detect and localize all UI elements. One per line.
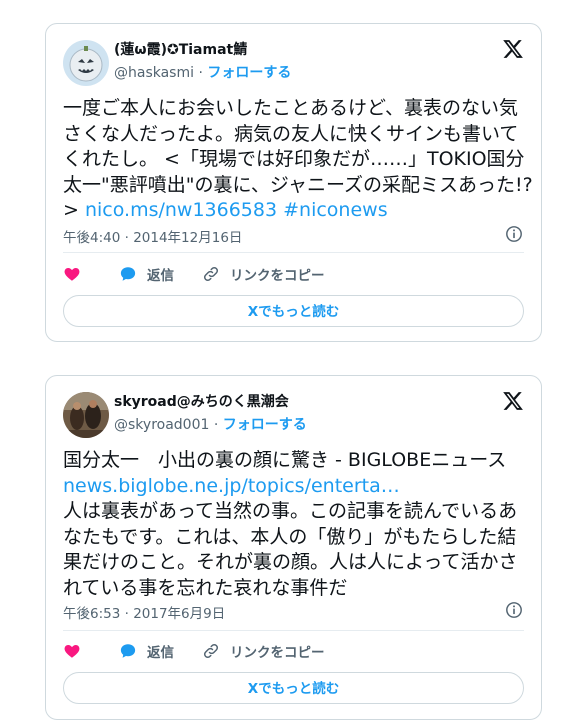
action-bar: 返信 リンクをコピー	[63, 639, 524, 663]
tweet-text: 国分太一 小出の裏の顔に驚き - BIGLOBEニュース news.biglob…	[63, 448, 533, 602]
copy-link-button[interactable]: リンクをコピー	[202, 641, 325, 661]
x-logo-icon[interactable]	[502, 390, 524, 412]
tweet-link[interactable]: nico.ms/nw1366583	[85, 199, 277, 221]
reply-button[interactable]: 返信	[119, 264, 174, 284]
link-icon	[203, 266, 219, 282]
reply-label: 返信	[147, 268, 174, 284]
hashtag-link[interactable]: #niconews	[283, 199, 387, 221]
user-handle[interactable]: @haskasmi	[114, 65, 194, 81]
tweet-text: 一度ご本人にお会いしたことあるけど、裏表のない気さくな人だったよ。病気の友人に快…	[63, 96, 533, 224]
tweet-card-1: (蓮ω霞)✪Tiamat鯖 @haskasmi · フォローする 一度ご本人にお…	[45, 23, 542, 342]
copy-link-label: リンクをコピー	[230, 268, 325, 284]
tweet-link[interactable]: news.biglobe.ne.jp/topics/enterta…	[63, 475, 400, 497]
like-button[interactable]	[63, 265, 91, 283]
follow-button[interactable]: フォローする	[207, 65, 291, 81]
tweet-text-line2: 人は裏表があって当然の事。この記事を読んでいるあなたもです。これは、本人の「傲り…	[63, 500, 518, 599]
user-name[interactable]: skyroad@みちのく黒潮会	[114, 391, 289, 411]
user-handle[interactable]: @skyroad001	[114, 417, 209, 433]
heart-icon	[64, 268, 80, 281]
follow-button[interactable]: フォローする	[223, 417, 307, 433]
handle-row: @haskasmi · フォローする	[114, 62, 291, 82]
reply-bubble-icon	[120, 267, 136, 281]
copy-link-button[interactable]: リンクをコピー	[202, 264, 325, 284]
timestamp[interactable]: 午後6:53 · 2017年6月9日	[63, 602, 225, 622]
avatar[interactable]	[63, 392, 109, 438]
reply-bubble-icon	[120, 644, 136, 658]
reply-button[interactable]: 返信	[119, 641, 174, 661]
user-name[interactable]: (蓮ω霞)✪Tiamat鯖	[114, 39, 247, 59]
avatar[interactable]	[63, 40, 109, 86]
timestamp[interactable]: 午後4:40 · 2014年12月16日	[63, 226, 242, 246]
separator: ·	[198, 65, 203, 81]
read-more-button[interactable]: Xでもっと読む	[63, 672, 524, 704]
like-button[interactable]	[63, 642, 91, 660]
action-bar: 返信 リンクをコピー	[63, 262, 524, 286]
x-logo-icon[interactable]	[502, 38, 524, 60]
reply-label: 返信	[147, 645, 174, 661]
divider	[63, 252, 524, 253]
separator: ·	[213, 417, 219, 433]
link-icon	[203, 643, 219, 659]
heart-icon	[64, 645, 80, 658]
handle-row: @skyroad001 · フォローする	[114, 414, 307, 434]
info-icon[interactable]	[505, 225, 523, 243]
read-more-button[interactable]: Xでもっと読む	[63, 295, 524, 327]
copy-link-label: リンクをコピー	[230, 645, 325, 661]
info-icon[interactable]	[505, 601, 523, 619]
tweet-text-line1: 国分太一 小出の裏の顔に驚き - BIGLOBEニュース	[63, 449, 507, 471]
divider	[63, 630, 524, 631]
tweet-card-2: skyroad@みちのく黒潮会 @skyroad001 · フォローする 国分太…	[45, 375, 542, 720]
